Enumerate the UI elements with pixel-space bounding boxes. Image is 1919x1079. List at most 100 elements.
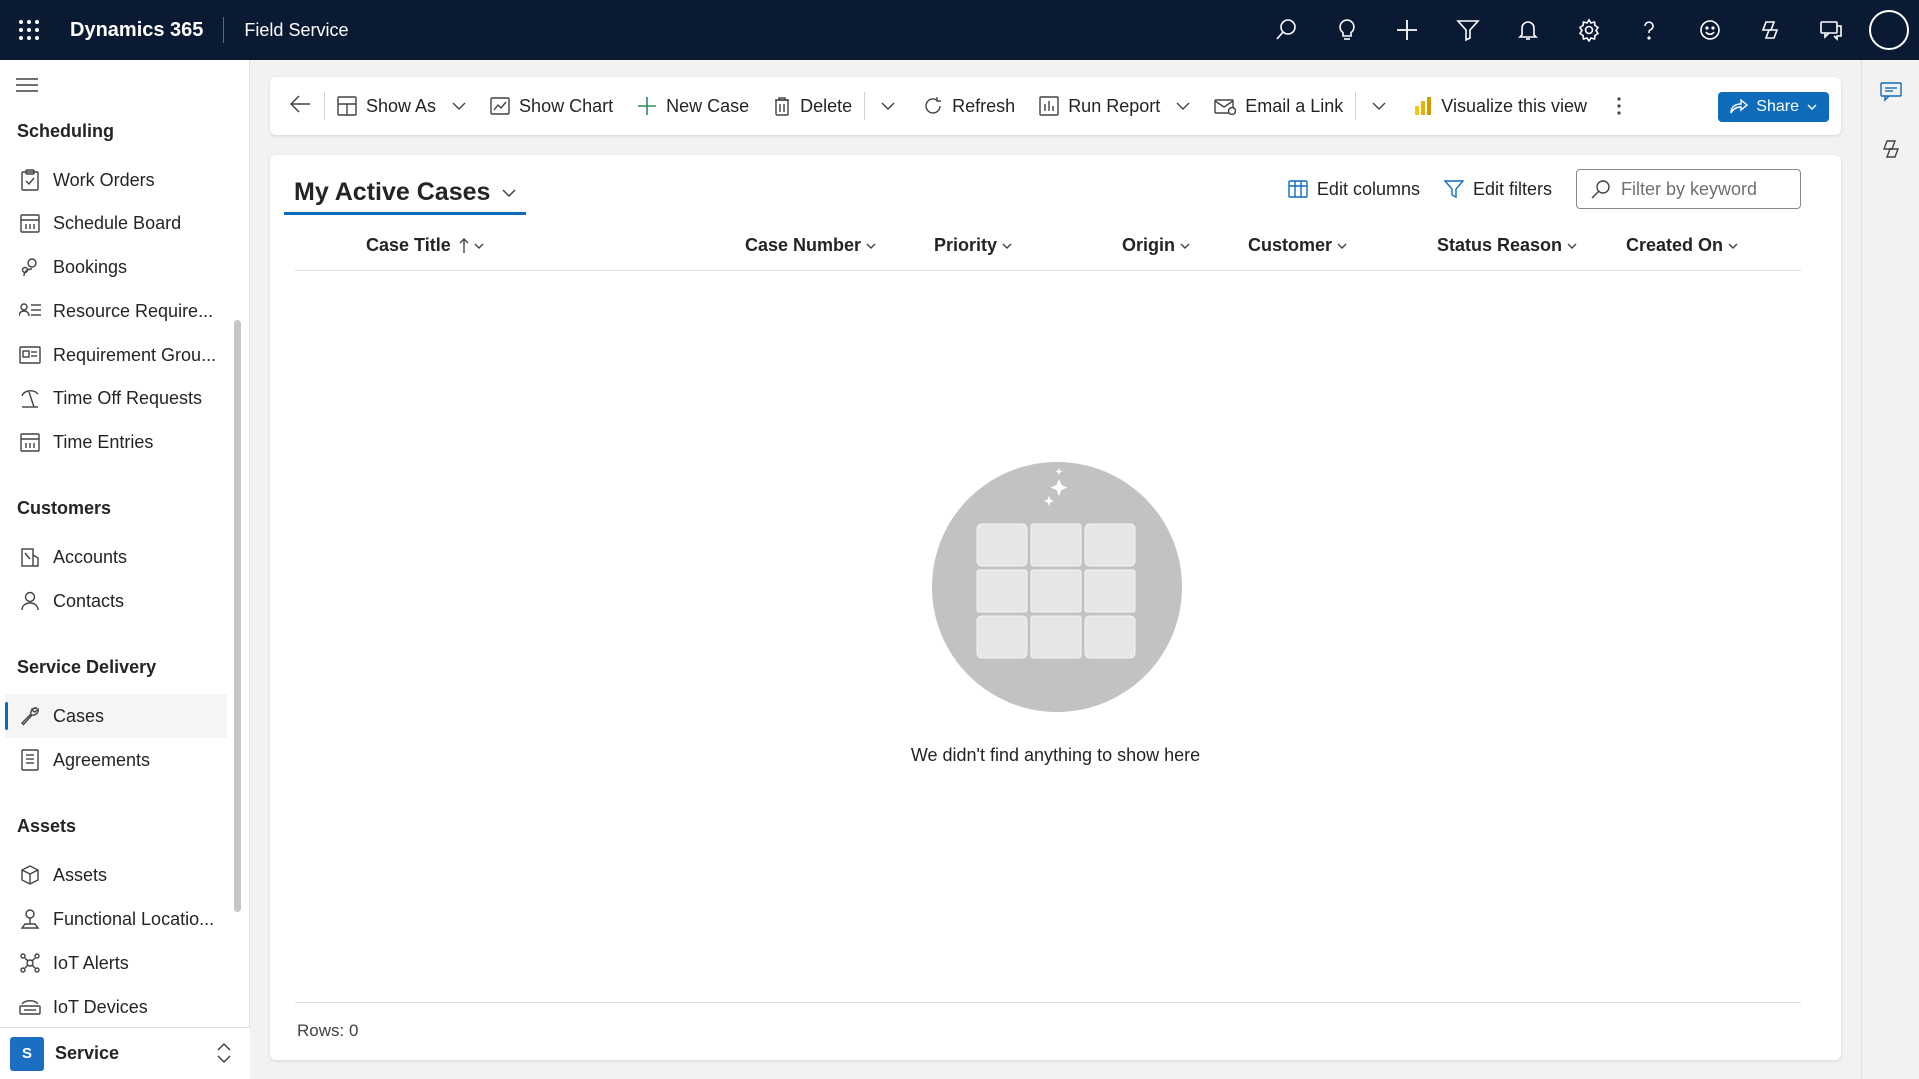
empty-message: We didn't find anything to show here — [910, 745, 1201, 765]
nav-group-assets: Assets — [17, 816, 77, 836]
sidebar-scrollbar[interactable] — [234, 320, 241, 912]
refresh-label: Refresh — [952, 95, 1016, 116]
waffle-icon[interactable] — [0, 0, 58, 60]
column-header-priority[interactable]: Priority — [934, 235, 1012, 256]
edit-columns-button[interactable]: Edit columns — [1288, 179, 1420, 200]
column-header-case-title[interactable]: Case Title — [366, 235, 484, 256]
sidebar-item-bookings[interactable]: Bookings — [5, 245, 227, 289]
sidebar-item-label: Time Entries — [53, 431, 154, 452]
sidebar-item-label: Time Off Requests — [53, 387, 203, 408]
area-name: Service — [55, 1043, 120, 1063]
chat-panel-icon[interactable] — [1880, 80, 1902, 102]
chevron-down-icon — [1807, 104, 1817, 110]
column-header-status-reason[interactable]: Status Reason — [1437, 235, 1577, 256]
chevron-down-icon — [502, 188, 516, 197]
show-as-label: Show As — [366, 95, 437, 116]
smiley-icon[interactable] — [1680, 0, 1741, 60]
more-options-button[interactable] — [1599, 77, 1639, 135]
visualize-view-button[interactable]: Visualize this view — [1402, 77, 1599, 135]
sidebar-item-functional-locations[interactable]: Functional Locatio... — [5, 897, 227, 941]
column-header-customer[interactable]: Customer — [1248, 235, 1347, 256]
show-chart-button[interactable]: Show Chart — [478, 77, 625, 135]
chevron-down-icon — [452, 102, 466, 110]
lightbulb-icon[interactable] — [1317, 0, 1378, 60]
area-switcher[interactable]: S Service — [0, 1027, 250, 1079]
sidebar-item-resource-requirements[interactable]: Resource Require... — [5, 289, 227, 333]
email-icon — [1214, 97, 1237, 115]
sidebar-item-label: Schedule Board — [53, 212, 182, 233]
sidebar-item-iot-devices[interactable]: IoT Devices — [5, 985, 227, 1029]
help-icon[interactable] — [1619, 0, 1680, 60]
copilot-icon[interactable] — [1740, 0, 1801, 60]
trash-icon — [773, 96, 791, 116]
column-header-created-on[interactable]: Created On — [1626, 235, 1738, 256]
view-selector[interactable]: My Active Cases — [284, 173, 527, 215]
chat-icon[interactable] — [1801, 0, 1862, 60]
sidebar-item-agreements[interactable]: Agreements — [5, 738, 227, 782]
chevron-down-icon — [1002, 243, 1012, 249]
right-rail — [1861, 60, 1919, 1079]
filter-placeholder: Filter by keyword — [1621, 178, 1758, 199]
app-name[interactable]: Dynamics 365 — [58, 17, 225, 43]
sidebar-item-schedule-board[interactable]: Schedule Board — [5, 201, 227, 245]
plus-icon — [637, 96, 657, 116]
sidebar-item-assets[interactable]: Assets — [5, 853, 227, 897]
copilot-icon[interactable] — [1880, 138, 1902, 160]
run-report-label: Run Report — [1068, 95, 1161, 116]
document-icon — [7, 749, 53, 771]
sidebar-item-iot-alerts[interactable]: IoT Alerts — [5, 941, 227, 985]
sidebar-item-time-off-requests[interactable]: Time Off Requests — [5, 376, 227, 420]
search-icon — [1591, 179, 1611, 199]
show-as-button[interactable]: Show As — [325, 77, 478, 135]
sidebar-item-requirement-groups[interactable]: Requirement Grou... — [5, 333, 227, 377]
people-icon — [7, 257, 53, 277]
visualize-label: Visualize this view — [1441, 95, 1588, 116]
column-header-case-number[interactable]: Case Number — [745, 235, 876, 256]
nav-group-scheduling: Scheduling — [17, 121, 115, 141]
chevron-down-icon — [1372, 102, 1386, 110]
gear-icon[interactable] — [1559, 0, 1620, 60]
share-button[interactable]: Share — [1718, 92, 1829, 122]
nav-group-service-delivery: Service Delivery — [17, 657, 157, 677]
sidebar-item-label: Accounts — [53, 546, 128, 567]
chevron-down-icon — [1176, 102, 1190, 110]
more-commands-dropdown-2[interactable] — [1356, 77, 1402, 135]
building-icon — [7, 547, 53, 567]
email-link-button[interactable]: Email a Link — [1202, 77, 1355, 135]
sidebar-item-time-entries[interactable]: Time Entries — [5, 420, 227, 464]
column-header-origin[interactable]: Origin — [1122, 235, 1190, 256]
sidebar-item-work-orders[interactable]: Work Orders — [5, 158, 227, 202]
layout-icon — [337, 96, 357, 116]
new-case-button[interactable]: New Case — [625, 77, 761, 135]
bell-icon[interactable] — [1498, 0, 1559, 60]
sidebar-item-label: Bookings — [53, 256, 128, 277]
sort-ascending-icon — [459, 237, 469, 254]
back-button[interactable] — [270, 77, 324, 135]
filter-icon[interactable] — [1438, 0, 1499, 60]
chevron-down-icon — [1567, 243, 1577, 249]
hamburger-icon[interactable] — [16, 78, 38, 97]
more-commands-dropdown[interactable] — [865, 77, 911, 135]
user-avatar[interactable] — [1869, 10, 1909, 50]
box-icon — [7, 865, 53, 885]
sidebar-item-cases[interactable]: Cases — [5, 694, 227, 738]
module-name[interactable]: Field Service — [224, 20, 348, 41]
device-icon — [7, 998, 53, 1016]
delete-button[interactable]: Delete — [761, 77, 864, 135]
search-icon[interactable] — [1256, 0, 1317, 60]
sidebar-item-contacts[interactable]: Contacts — [5, 579, 227, 623]
run-report-button[interactable]: Run Report — [1027, 77, 1202, 135]
sidebar-item-label: Resource Require... — [53, 300, 214, 321]
grid-footer: Rows: 0 — [295, 1002, 1801, 1041]
edit-columns-icon — [1288, 179, 1308, 199]
edit-columns-label: Edit columns — [1316, 178, 1420, 199]
refresh-button[interactable]: Refresh — [911, 77, 1027, 135]
edit-filters-button[interactable]: Edit filters — [1443, 179, 1552, 200]
sidebar-item-label: IoT Devices — [53, 996, 148, 1017]
arrow-left-icon — [289, 94, 310, 118]
plus-icon[interactable] — [1377, 0, 1438, 60]
sidebar-item-label: Assets — [53, 864, 108, 885]
sidebar-item-accounts[interactable]: Accounts — [5, 535, 227, 579]
top-bar: Dynamics 365 Field Service — [0, 0, 1919, 60]
filter-keyword-input[interactable]: Filter by keyword — [1576, 169, 1801, 209]
